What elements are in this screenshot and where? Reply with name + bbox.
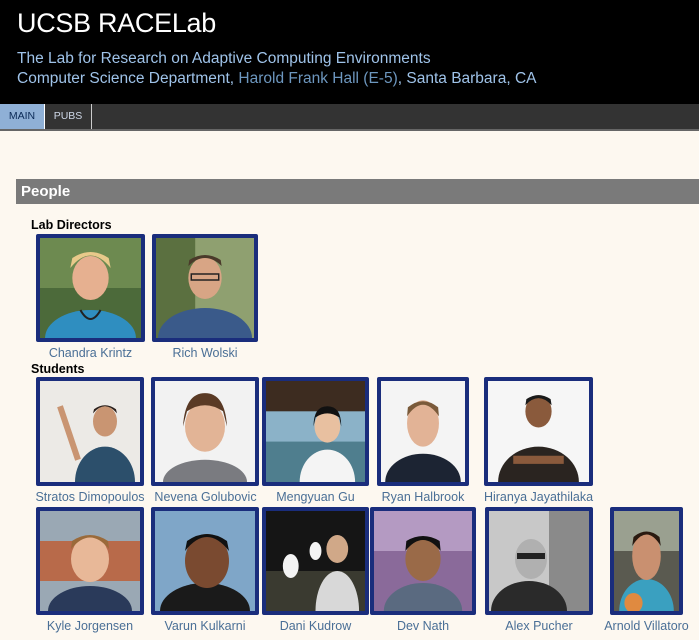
photo-kyle-jorgensen[interactable] [36, 507, 144, 615]
name-chandra-krintz[interactable]: Chandra Krintz [36, 346, 145, 360]
portrait-image [40, 381, 140, 482]
name-arnold-villatoro[interactable]: Arnold Villatoro [596, 619, 697, 633]
portrait-image [266, 381, 365, 482]
portrait-image [489, 511, 589, 611]
building-link[interactable]: Harold Frank Hall (E-5) [238, 70, 397, 87]
portrait-image [374, 511, 472, 611]
photo-ryan-halbrook[interactable] [377, 377, 469, 486]
address-prefix: Computer Science Department, [17, 70, 239, 87]
portrait-image [40, 238, 141, 338]
tab-pubs[interactable]: PUBS [45, 104, 92, 129]
photo-stratos-dimopoulos[interactable] [36, 377, 144, 486]
name-stratos-dimopoulos[interactable]: Stratos Dimopoulos [30, 490, 150, 504]
portrait-image [266, 511, 365, 611]
students-label: Students [31, 362, 85, 376]
portrait-image [156, 238, 254, 338]
photo-arnold-villatoro[interactable] [610, 507, 683, 615]
photo-nevena-golubovic[interactable] [151, 377, 259, 486]
name-varun-kulkarni[interactable]: Varun Kulkarni [149, 619, 261, 633]
photo-varun-kulkarni[interactable] [151, 507, 259, 615]
name-alex-pucher[interactable]: Alex Pucher [485, 619, 593, 633]
portrait-image [381, 381, 465, 482]
tab-main[interactable]: MAIN [0, 104, 45, 129]
portrait-image [40, 511, 140, 611]
lab-directors-label: Lab Directors [31, 218, 112, 232]
lab-subtitle: The Lab for Research on Adaptive Computi… [17, 50, 431, 67]
name-ryan-halbrook[interactable]: Ryan Halbrook [372, 490, 474, 504]
people-section-header: People [16, 179, 699, 204]
name-hiranya-jayathilaka[interactable]: Hiranya Jayathilaka [474, 490, 603, 504]
name-dani-kudrow[interactable]: Dani Kudrow [262, 619, 369, 633]
section-title: People [21, 183, 71, 200]
name-nevena-golubovic[interactable]: Nevena Golubovic [149, 490, 262, 504]
portrait-image [155, 381, 255, 482]
photo-rich-wolski[interactable] [152, 234, 258, 342]
name-dev-nath[interactable]: Dev Nath [370, 619, 476, 633]
photo-mengyuan-gu[interactable] [262, 377, 369, 486]
address-suffix: , Santa Barbara, CA [397, 70, 537, 87]
name-mengyuan-gu[interactable]: Mengyuan Gu [262, 490, 369, 504]
name-kyle-jorgensen[interactable]: Kyle Jorgensen [30, 619, 150, 633]
photo-hiranya-jayathilaka[interactable] [484, 377, 593, 486]
portrait-image [614, 511, 679, 611]
site-title[interactable]: UCSB RACELab [17, 8, 216, 39]
portrait-image [488, 381, 589, 482]
lab-address: Computer Science Department, Harold Fran… [17, 70, 536, 88]
portrait-image [155, 511, 255, 611]
photo-dani-kudrow[interactable] [262, 507, 369, 615]
photo-alex-pucher[interactable] [485, 507, 593, 615]
photo-dev-nath[interactable] [370, 507, 476, 615]
name-rich-wolski[interactable]: Rich Wolski [152, 346, 258, 360]
photo-chandra-krintz[interactable] [36, 234, 145, 342]
nav-bar: MAIN PUBS [0, 104, 699, 131]
site-header: UCSB RACELab The Lab for Research on Ada… [0, 0, 699, 104]
